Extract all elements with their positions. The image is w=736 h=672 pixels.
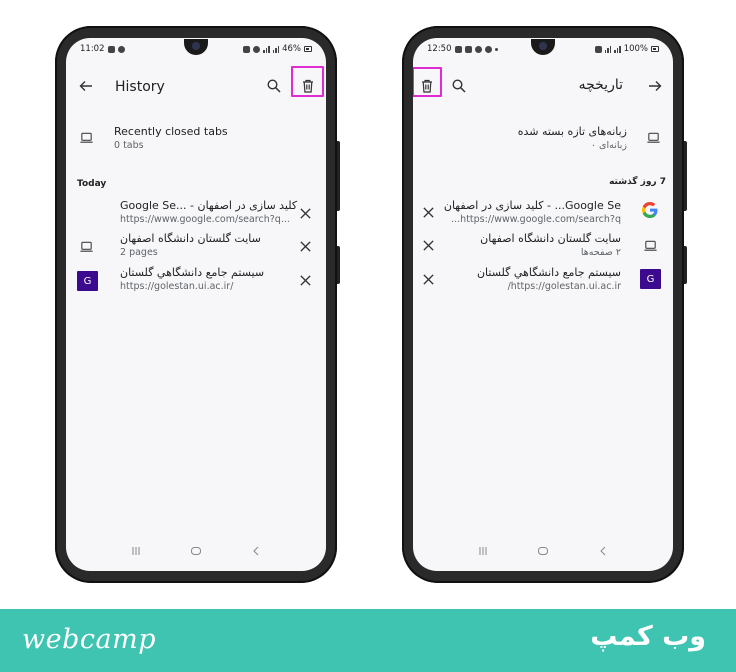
history-item[interactable]: سیستم جامع دانشگاهي گلستان https://goles… [413,265,673,299]
recently-closed-row[interactable]: زبانه‌های تازه بسته شده زبانه‌ای ۰ [413,120,673,160]
signal-icon-2 [272,45,280,53]
brand-logo-latin: webcamp [22,624,156,655]
history-item[interactable]: Google Se... - کلید سازی در اصفهان https… [413,198,673,232]
highlight-box [413,67,442,97]
site-favicon: G [640,269,661,289]
search-button[interactable] [260,72,288,100]
remove-item-button[interactable] [297,238,313,254]
item-url: https://www.google.com/search?q... [120,214,290,225]
close-icon [422,239,434,251]
tutorial-image: 11:02 46% History Recently closed tabs 0… [0,0,736,672]
status-bar: 12:50 100% [413,38,673,60]
section-header: Today [77,179,107,189]
item-url: https://www.google.com/search?q... [451,214,621,225]
laptop-icon [78,238,94,254]
remove-item-button[interactable] [297,205,313,221]
gallery-icon [107,45,115,53]
remove-item-button[interactable] [420,237,436,253]
screen-right: 12:50 100% [413,38,673,571]
close-icon [299,274,311,286]
item-title: سیستم جامع دانشگاهي گلستان [120,266,265,279]
nav-bar [413,537,673,565]
item-title: سیستم جامع دانشگاهي گلستان [476,266,621,279]
item-subtitle: 2 pages [120,247,158,258]
phone-left: 11:02 46% History Recently closed tabs 0… [55,26,340,583]
item-title: سایت گلستان دانشگاه اصفهان [480,232,621,245]
brand-footer: webcamp وب کمپ [0,609,736,672]
signal-icon [263,45,270,53]
laptop-icon [645,129,661,145]
history-item[interactable]: Google Se... - کلید سازی در اصفهان https… [66,198,326,232]
item-url: https://golestan.ui.ac.ir/ [120,281,234,292]
app-notification-icon-3 [484,45,492,53]
app-notification-icon [117,45,125,53]
search-icon [452,79,466,93]
app-notification-icon [464,45,472,53]
battery-icon [651,46,659,52]
item-subtitle: ۲ صفحه‌ها [580,247,621,258]
close-icon [422,273,434,285]
remove-item-button[interactable] [297,272,313,288]
status-time: 12:50 [427,44,452,54]
site-favicon: G [77,271,98,291]
search-icon [267,79,281,93]
page-title: History [115,79,165,95]
battery-percent: 46% [282,44,301,54]
battery-percent: 100% [623,44,648,54]
history-item[interactable]: سایت گلستان دانشگاه اصفهان 2 pages [66,231,326,265]
highlight-box [291,66,324,97]
hotspot-icon [253,45,261,53]
nav-bar [66,537,326,565]
recent-apps-icon[interactable] [130,545,142,557]
back-nav-icon[interactable] [250,545,262,557]
signal-icon [604,45,612,53]
close-icon [299,207,311,219]
item-title: سایت گلستان دانشگاه اصفهان [120,232,261,245]
remove-item-button[interactable] [420,271,436,287]
close-icon [422,206,434,218]
section-header: 7 روز گذشته [609,177,666,187]
item-url: https://golestan.ui.ac.ir/ [507,281,621,292]
recent-apps-icon[interactable] [477,545,489,557]
history-item[interactable]: سایت گلستان دانشگاه اصفهان ۲ صفحه‌ها [413,231,673,265]
google-favicon-icon [642,202,658,218]
item-title: Google Se... - کلید سازی در اصفهان [120,199,298,212]
app-bar: تاریخچه [413,62,673,110]
status-bar: 11:02 46% [66,38,326,60]
gallery-icon [454,45,462,53]
recently-closed-title: زبانه‌های تازه بسته شده [517,125,627,138]
search-button[interactable] [445,72,473,100]
page-title: تاریخچه [578,77,623,93]
home-icon[interactable] [190,545,202,557]
history-item[interactable]: G سیستم جامع دانشگاهي گلستان https://gol… [66,265,326,299]
app-bar: History [66,62,326,110]
back-button[interactable] [641,72,669,100]
arrow-right-icon [649,81,662,91]
back-button[interactable] [72,72,100,100]
recently-closed-row[interactable]: Recently closed tabs 0 tabs [66,120,326,160]
back-nav-icon[interactable] [597,545,609,557]
recently-closed-title: Recently closed tabs [114,125,228,138]
status-time: 11:02 [80,44,105,54]
laptop-icon [78,129,94,145]
home-icon[interactable] [537,545,549,557]
more-notifications-dot [494,47,498,51]
app-notification-icon-2 [474,45,482,53]
arrow-left-icon [79,81,92,91]
lock-icon [243,45,251,53]
item-title: Google Se... - کلید سازی در اصفهان [443,199,621,212]
phone-right: 12:50 100% [402,26,687,583]
lock-icon [594,45,602,53]
brand-logo-persian: وب کمپ [590,621,706,652]
recently-closed-count: زبانه‌ای ۰ [590,140,627,151]
battery-icon [304,46,312,52]
close-icon [299,240,311,252]
signal-icon-2 [614,45,621,53]
laptop-icon [642,237,658,253]
recently-closed-count: 0 tabs [114,140,144,151]
remove-item-button[interactable] [420,204,436,220]
screen-left: 11:02 46% History Recently closed tabs 0… [66,38,326,571]
